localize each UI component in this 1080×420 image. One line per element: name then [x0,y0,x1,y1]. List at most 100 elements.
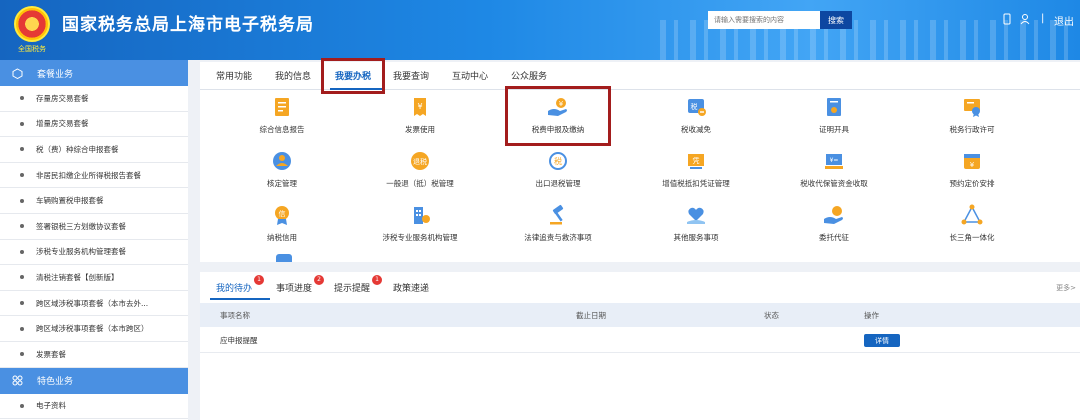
sidebar-item-label: 存量房交易套餐 [36,93,89,103]
tax-emblem-logo [14,6,50,42]
more-link[interactable]: 更多> [1056,283,1076,293]
highlight-box-declare [505,86,611,146]
sidebar-item[interactable]: 跨区域涉税事项套餐（本市去外... [0,291,188,317]
sidebar-item[interactable]: 清税注销套餐【创新版】 [0,265,188,291]
sidebar-item-label: 清税注销套餐【创新版】 [36,272,119,282]
svg-text:税: 税 [691,102,698,111]
grid-item-label: 预约定价安排 [949,179,995,188]
tab-my-info[interactable]: 我的信息 [275,69,311,82]
bullet-icon [20,198,24,203]
grid-item-label: 法律追责与救济事项 [524,233,592,242]
active-todo-tab-indicator [210,298,270,300]
grid-item-custody-funds[interactable]: ¥= 税收代保管资金收取 [774,150,894,189]
sidebar-section-special[interactable]: 特色业务 [0,367,188,394]
sidebar-item[interactable]: 存量房交易套餐 [0,86,188,112]
entrust-icon [824,206,843,224]
sidebar-item[interactable]: 车辆购置税申报套餐 [0,188,188,214]
sidebar-item[interactable]: 税（费）种综合申报套餐 [0,137,188,163]
sidebar-item[interactable]: 非居民扣缴企业所得税报告套餐 [0,163,188,189]
count-badge: 2 [314,275,324,285]
building-icon [414,207,430,224]
column-header: 事项名称 [220,311,250,320]
emblem-caption: 全国税务 [18,45,46,53]
search-input[interactable] [708,11,820,29]
column-header: 截止日期 [576,311,606,320]
sidebar-item-label: 税（费）种综合申报套餐 [36,144,119,154]
bullet-icon [20,96,24,101]
grid-item-entrusted-collection[interactable]: 委托代征 [774,204,894,243]
grid-item-label: 税收减免 [681,125,711,134]
grid-item-label: 一般退（抵）税管理 [386,179,454,188]
tab-policy[interactable]: 政策速递 [393,281,429,294]
detail-button[interactable]: 详情 [864,334,900,347]
partial-grid-icon [276,254,292,262]
tab-common[interactable]: 常用功能 [216,69,252,82]
grid-item-admin-permit[interactable]: 税务行政许可 [912,96,1032,135]
grid-item-pricing-arrangement[interactable]: ¥ 预约定价安排 [912,150,1032,189]
grid-item-other-services[interactable]: 其他服务事项 [636,204,756,243]
sidebar-item[interactable]: 跨区域涉税事项套餐（本市跨区） [0,316,188,342]
sidebar-item-label: 签署银税三方划缴协议套餐 [36,221,126,231]
refund-icon: 退税 [411,152,429,170]
sidebar-item-label: 车辆购置税申报套餐 [36,196,104,206]
svg-text:信: 信 [279,209,286,218]
grid-item-comprehensive-report[interactable]: 综合信息报告 [222,96,342,135]
sidebar-item[interactable]: 增量房交易套餐 [0,112,188,138]
grid-item-label: 委托代征 [819,233,849,242]
todo-tab-label: 我的待办 [216,284,253,294]
triangle-network-icon [961,204,983,225]
verify-icon [273,152,291,170]
bullet-icon [20,121,24,126]
tab-query[interactable]: 我要查询 [393,69,429,82]
cube-icon [12,67,23,79]
grid-item-label: 增值税抵扣凭证管理 [662,179,730,188]
grid-item-label: 其他服务事项 [673,233,719,242]
sidebar-item[interactable]: 涉税专业服务机构管理套餐 [0,240,188,266]
grid-item-agency-mgmt[interactable]: 涉税专业服务机构管理 [360,204,480,243]
grid-item-export-refund[interactable]: 税 出口退税管理 [498,150,618,189]
logout-link[interactable]: 退出 [1054,13,1074,28]
tab-my-todo[interactable]: 我的待办 1 [216,275,264,294]
row-item-name: 应申报提醒 [220,336,258,345]
grid-item-tax-credit[interactable]: 信 纳税信用 [222,204,342,243]
bullet-icon [20,147,24,152]
grid-item-label: 税收代保管资金收取 [800,179,868,188]
grid-item-general-refund[interactable]: 退税 一般退（抵）税管理 [360,150,480,189]
grid-item-verification-mgmt[interactable]: 核定管理 [222,150,342,189]
grid-item-invoice-use[interactable]: ¥ 发票使用 [360,96,480,135]
svg-text:¥: ¥ [970,161,975,169]
sidebar-item[interactable]: 发票套餐 [0,342,188,368]
grid-item-yangtze-delta[interactable]: 长三角一体化 [912,204,1032,243]
grid-item-label: 纳税信用 [267,233,297,242]
grid-item-certificate[interactable]: 证明开具 [774,96,894,135]
grid-icon [12,375,23,386]
grid-item-label: 综合信息报告 [259,125,305,134]
bullet-icon [20,326,24,331]
sidebar-item-label: 电子资料 [36,401,66,411]
sidebar-section-package[interactable]: 套餐业务 [0,60,188,86]
sidebar: 套餐业务 存量房交易套餐 增量房交易套餐 税（费）种综合申报套餐 非居民扣缴企业… [0,60,188,420]
grid-item-vat-voucher[interactable]: 凭 增值税抵扣凭证管理 [636,150,756,189]
search-button[interactable]: 搜索 [820,11,852,29]
tab-reminders[interactable]: 提示提醒 1 [334,275,382,294]
grid-item-legal-remedy[interactable]: 法律追责与救济事项 [498,204,618,243]
phone-icon[interactable] [1002,13,1012,25]
sidebar-item-label: 发票套餐 [36,349,66,359]
grid-item-label: 出口退税管理 [535,179,581,188]
tab-public-service[interactable]: 公众服务 [511,69,547,82]
tab-progress[interactable]: 事项进度 2 [276,275,324,294]
svg-text:退税: 退税 [413,157,427,166]
bullet-icon [20,249,24,254]
tab-interaction[interactable]: 互动中心 [452,69,488,82]
sidebar-item[interactable]: 签署银税三方划缴协议套餐 [0,214,188,240]
table-header: 事项名称 截止日期 状态 操作 [200,303,1080,327]
user-icon[interactable] [1020,13,1030,25]
gavel-icon [550,204,564,225]
sidebar-item-label: 涉税专业服务机构管理套餐 [36,247,126,257]
sidebar-item-label: 跨区域涉税事项套餐（本市跨区） [36,324,149,334]
bullet-icon [20,403,24,408]
bullet-icon [20,275,24,280]
bullet-icon [20,224,24,229]
grid-item-tax-reduction[interactable]: 税 税收减免 [636,96,756,135]
sidebar-item[interactable]: 电子资料 [0,394,188,420]
